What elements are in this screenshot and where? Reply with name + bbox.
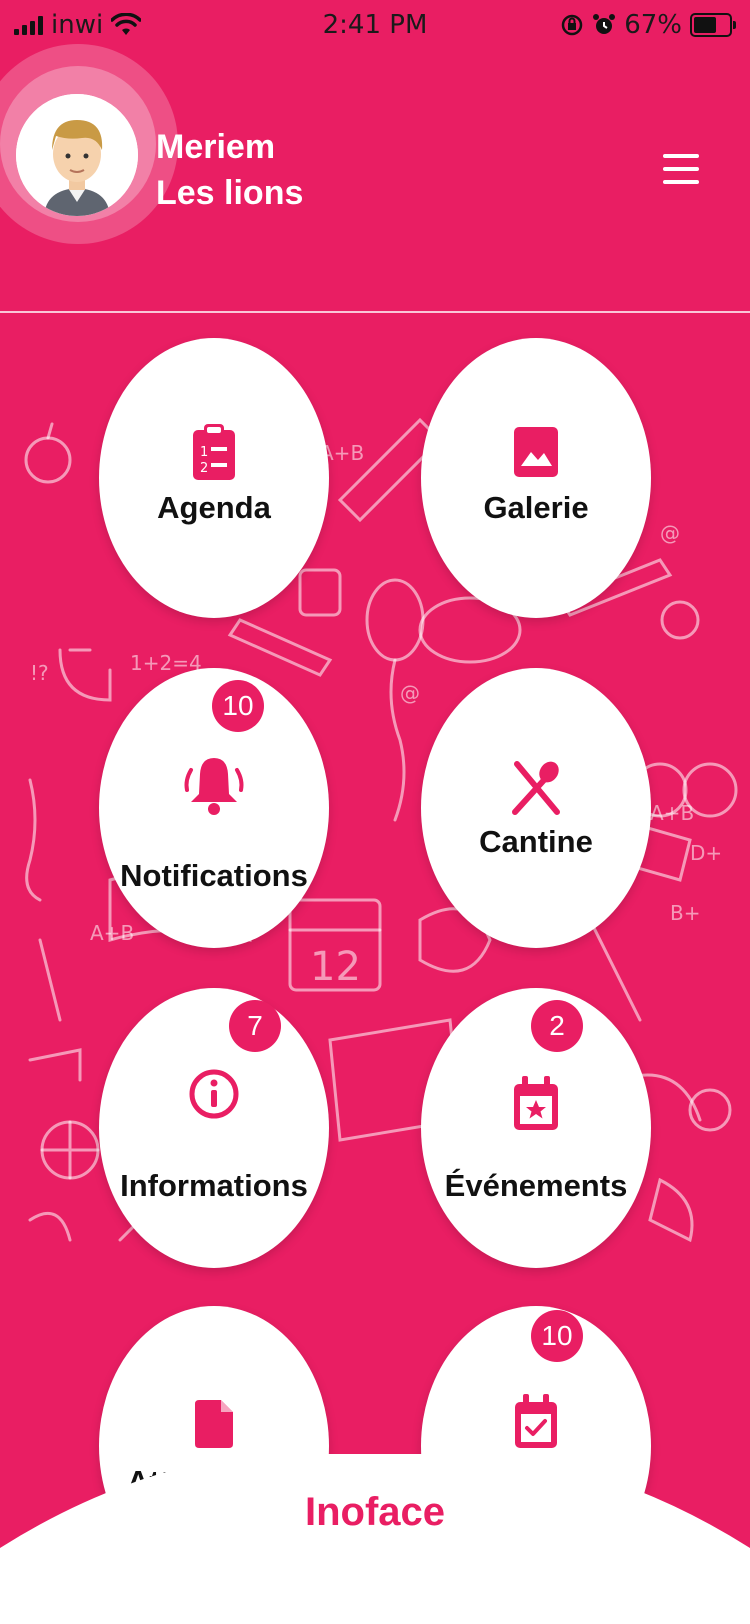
avatar[interactable] <box>16 94 138 216</box>
notification-badge: 10 <box>212 680 264 732</box>
evenements-badge: 2 <box>531 1000 583 1052</box>
tile-label: Événements <box>444 1168 628 1203</box>
battery-icon <box>690 13 736 37</box>
document-icon <box>195 1400 233 1448</box>
svg-text:@: @ <box>660 521 680 545</box>
tile-label: Cantine <box>479 824 593 859</box>
battery-percent: 67% <box>624 10 682 40</box>
tile-galerie[interactable]: Galerie <box>421 338 651 618</box>
footer-bar <box>0 1452 750 1624</box>
tile-informations[interactable]: 7 Informations <box>99 988 329 1268</box>
svg-text:@: @ <box>400 681 420 705</box>
status-right: 67% <box>560 10 736 40</box>
info-icon <box>189 1069 239 1119</box>
tile-label: Agenda <box>157 490 271 525</box>
fork-spoon-icon <box>512 761 560 815</box>
svg-text:B+: B+ <box>670 901 700 925</box>
brand-name: Inoface <box>304 1490 446 1534</box>
boy-avatar-icon <box>16 94 138 216</box>
user-info: Meriem Les lions <box>156 124 303 216</box>
presences-badge: 10 <box>531 1310 583 1362</box>
tile-label: Informations <box>120 1168 308 1203</box>
footer-curve <box>0 1454 750 1624</box>
tile-evenements[interactable]: 2 Événements <box>421 988 651 1268</box>
alarm-icon <box>593 14 616 34</box>
bell-icon <box>184 758 244 815</box>
class-name: Les lions <box>156 174 304 212</box>
tile-cantine[interactable]: Cantine <box>421 668 651 948</box>
informations-badge: 7 <box>229 1000 281 1052</box>
svg-text:A+B: A+B <box>650 801 694 825</box>
tile-label: Notifications <box>120 858 308 893</box>
svg-text:2: 2 <box>200 461 208 476</box>
header-divider <box>0 311 750 313</box>
svg-text:12: 12 <box>310 944 361 990</box>
tile-label: Galerie <box>483 490 589 525</box>
svg-text:!?: !? <box>30 661 49 685</box>
status-bar: inwi 2:41 PM 67% <box>0 0 750 50</box>
tile-agenda[interactable]: 1 2 Agenda <box>99 338 329 618</box>
calendar-check-icon <box>515 1394 557 1448</box>
svg-text:1: 1 <box>200 445 208 460</box>
hamburger-menu-icon[interactable] <box>663 154 699 184</box>
tile-notifications[interactable]: 10 Notifications <box>99 668 329 948</box>
student-name: Meriem <box>156 128 276 166</box>
orientation-lock-icon <box>561 14 583 36</box>
svg-text:D+: D+ <box>690 841 722 865</box>
svg-text:A+B: A+B <box>90 921 134 945</box>
calendar-star-icon <box>514 1076 558 1130</box>
clipboard-list-icon: 1 2 <box>193 424 235 480</box>
image-icon <box>514 427 558 477</box>
